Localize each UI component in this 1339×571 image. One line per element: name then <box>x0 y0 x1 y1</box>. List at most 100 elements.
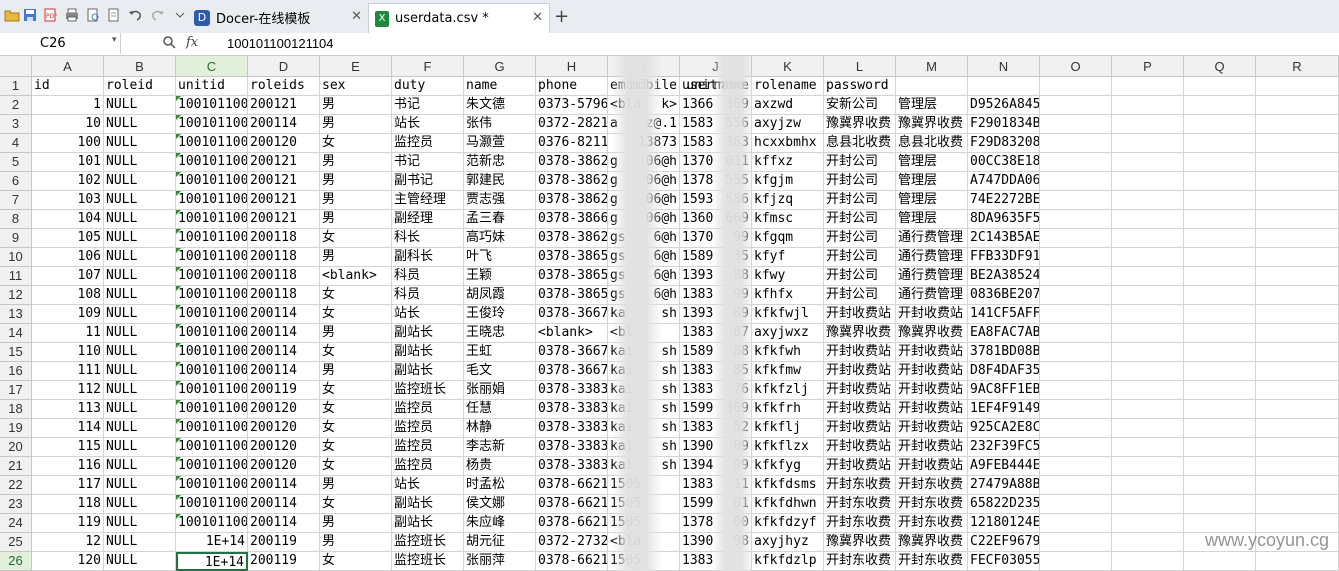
table-cell[interactable]: F29D83208C5DE78F530699C74AE3397E08D889F3 <box>968 134 1040 153</box>
table-cell[interactable]: 200121 <box>248 172 320 191</box>
row-header[interactable]: 11 <box>0 267 32 286</box>
table-cell[interactable]: 0373-5796 <box>536 96 608 115</box>
table-cell[interactable] <box>1112 476 1184 495</box>
table-cell[interactable]: 200118 <box>248 267 320 286</box>
table-cell[interactable]: 0378-3865 <box>536 286 608 305</box>
table-cell[interactable]: F2901834B4D73E3312FF51EB4D1040E0061B2DCB <box>968 115 1040 134</box>
table-cell[interactable]: 男 <box>320 191 392 210</box>
table-cell[interactable]: 通行费管理 <box>896 229 968 248</box>
table-cell[interactable]: NULL <box>104 210 176 229</box>
table-cell[interactable]: 0378-6621 <box>536 514 608 533</box>
table-cell[interactable]: 通行费管理 <box>896 267 968 286</box>
table-cell[interactable] <box>1184 115 1256 134</box>
print-icon[interactable] <box>64 7 80 23</box>
table-cell[interactable]: NULL <box>104 362 176 381</box>
table-cell[interactable]: axyjwxz <box>752 324 824 343</box>
table-cell[interactable]: 朱应峰 <box>464 514 536 533</box>
table-cell[interactable]: 男 <box>320 362 392 381</box>
table-cell[interactable]: 开封收费站 <box>824 305 896 324</box>
table-cell[interactable]: 时孟松 <box>464 476 536 495</box>
table-cell[interactable]: kfkfzlj <box>752 381 824 400</box>
row-header[interactable]: 2 <box>0 96 32 115</box>
table-cell[interactable]: 豫冀界收费 <box>896 115 968 134</box>
table-cell[interactable]: 8DA9635F5BFCF5A8981C445D1F68ABAB993D1D44 <box>968 210 1040 229</box>
table-cell[interactable] <box>1256 191 1339 210</box>
table-cell[interactable]: 开封收费站 <box>824 362 896 381</box>
table-cell[interactable]: 开封东收费 <box>824 514 896 533</box>
table-cell[interactable]: 1EF4F9149D06B60718A0BC05EEA031A1FC4244A1 <box>968 400 1040 419</box>
table-cell[interactable]: 开封收费站 <box>896 438 968 457</box>
table-cell[interactable]: 女 <box>320 343 392 362</box>
table-cell[interactable]: 开封收费站 <box>896 419 968 438</box>
table-cell[interactable] <box>1184 191 1256 210</box>
table-cell[interactable]: 3781BD08B2E67D872F00F3D2634CAC987552DB9D <box>968 343 1040 362</box>
table-cell[interactable]: 副科长 <box>392 248 464 267</box>
table-cell[interactable]: C22EF96798ADB1D83 <box>968 533 1040 552</box>
table-cell[interactable]: 10 <box>32 115 104 134</box>
table-cell[interactable]: 1 <box>32 96 104 115</box>
table-cell[interactable]: 男 <box>320 514 392 533</box>
table-cell[interactable]: 200120 <box>248 400 320 419</box>
row-header[interactable]: 7 <box>0 191 32 210</box>
table-cell[interactable]: 119 <box>32 514 104 533</box>
row-header[interactable]: 20 <box>0 438 32 457</box>
row-header[interactable]: 25 <box>0 533 32 552</box>
column-header-m[interactable]: M <box>896 56 968 77</box>
preview-icon[interactable] <box>106 7 122 23</box>
table-cell[interactable]: EA8FAC7ABBCF815917710245ED8A64378201A298 <box>968 324 1040 343</box>
table-cell[interactable] <box>1112 267 1184 286</box>
table-cell[interactable]: 女 <box>320 286 392 305</box>
table-cell[interactable]: kfkfwjl <box>752 305 824 324</box>
table-cell[interactable] <box>1112 210 1184 229</box>
table-cell[interactable]: 0378-3383 <box>536 400 608 419</box>
row-header[interactable]: 1 <box>0 77 32 96</box>
table-cell[interactable]: 0376-8211 <box>536 134 608 153</box>
table-cell[interactable]: 科员 <box>392 286 464 305</box>
table-cell[interactable]: NULL <box>104 172 176 191</box>
table-cell[interactable]: 12180124EC6FFB98880555A066E9AFBBC13BC339 <box>968 514 1040 533</box>
row-header[interactable]: 14 <box>0 324 32 343</box>
table-cell[interactable] <box>1112 77 1184 96</box>
table-cell[interactable] <box>1040 77 1112 96</box>
table-cell[interactable]: 200118 <box>248 286 320 305</box>
column-header-r[interactable]: R <box>1256 56 1339 77</box>
table-cell[interactable]: 111 <box>32 362 104 381</box>
table-cell[interactable]: 11 <box>32 324 104 343</box>
table-cell[interactable]: 0378-6621 <box>536 495 608 514</box>
table-cell[interactable]: 0836BE2078E75438AC0B6FC08B545FBDEE349CD6 <box>968 286 1040 305</box>
table-cell[interactable]: 109 <box>32 305 104 324</box>
table-cell[interactable] <box>1184 343 1256 362</box>
table-cell[interactable] <box>1112 191 1184 210</box>
table-cell[interactable]: NULL <box>104 552 176 571</box>
table-cell[interactable] <box>1184 552 1256 571</box>
table-cell[interactable]: 200114 <box>248 514 320 533</box>
table-cell[interactable]: 0378-3866 <box>536 210 608 229</box>
table-cell[interactable]: 张伟 <box>464 115 536 134</box>
table-cell[interactable] <box>968 77 1040 96</box>
table-cell[interactable]: 200118 <box>248 248 320 267</box>
table-cell[interactable]: NULL <box>104 115 176 134</box>
table-cell[interactable]: 100101100 <box>176 495 248 514</box>
table-cell[interactable]: 女 <box>320 400 392 419</box>
table-cell[interactable]: 开封收费站 <box>896 362 968 381</box>
table-cell[interactable]: 开封东收费 <box>896 495 968 514</box>
table-cell[interactable]: kfkfdzyf <box>752 514 824 533</box>
table-cell[interactable]: FECF0305528EB832F3EB78C87ED6168BB0413AED <box>968 552 1040 571</box>
table-cell[interactable]: axyjhyz <box>752 533 824 552</box>
table-cell[interactable] <box>1256 172 1339 191</box>
table-cell[interactable]: 副站长 <box>392 343 464 362</box>
table-cell[interactable]: 103 <box>32 191 104 210</box>
table-cell[interactable]: 监控员 <box>392 400 464 419</box>
table-cell[interactable]: 开封收费站 <box>824 457 896 476</box>
table-cell[interactable]: 106 <box>32 248 104 267</box>
undo-icon[interactable] <box>127 7 143 23</box>
table-cell[interactable]: 200120 <box>248 134 320 153</box>
table-cell[interactable]: 郭建民 <box>464 172 536 191</box>
table-cell[interactable]: NULL <box>104 191 176 210</box>
table-cell[interactable]: 100101100 <box>176 210 248 229</box>
table-cell[interactable] <box>1184 476 1256 495</box>
chevron-down-icon[interactable]: ▾ <box>112 35 117 45</box>
table-cell[interactable] <box>1256 210 1339 229</box>
table-cell[interactable]: 副站长 <box>392 514 464 533</box>
table-cell[interactable] <box>1256 495 1339 514</box>
